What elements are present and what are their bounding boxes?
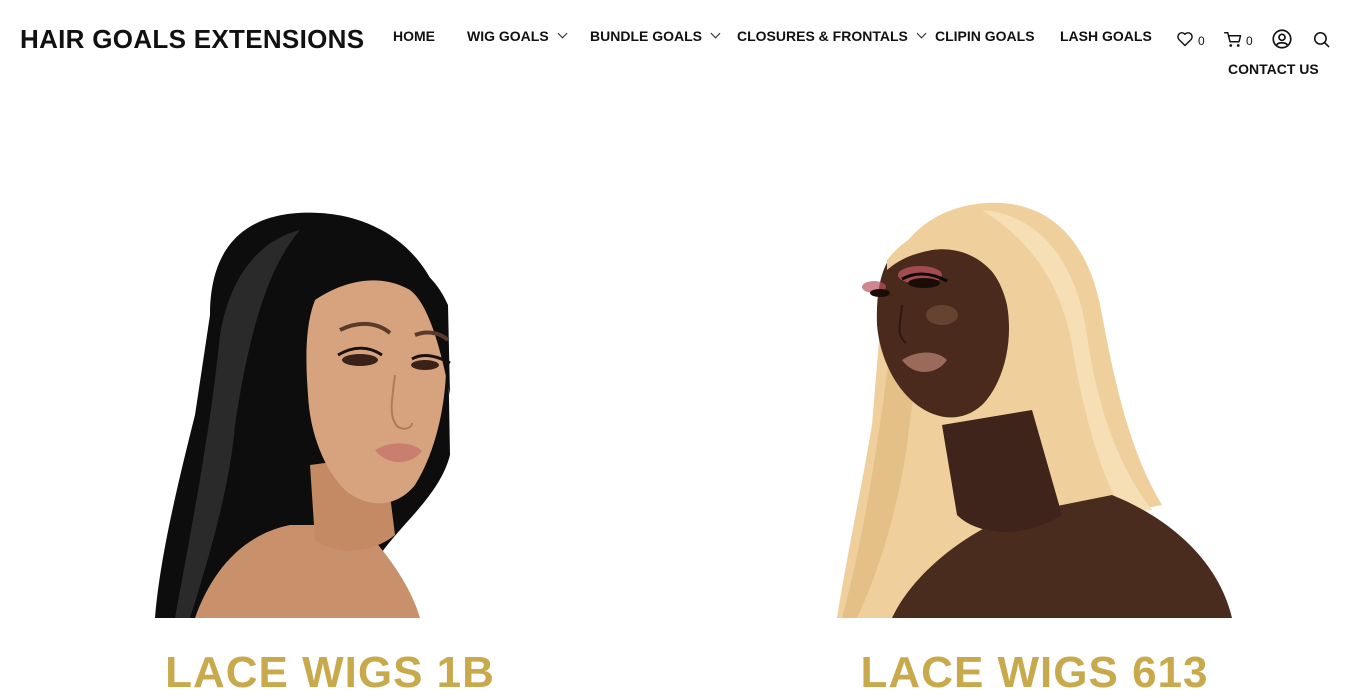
cart-count: 0	[1246, 33, 1253, 48]
nav-bundle-goals-label: BUNDLE GOALS	[590, 28, 702, 44]
nav-lash-goals[interactable]: LASH GOALS	[1060, 28, 1152, 44]
nav-closures-frontals[interactable]: CLOSURES & FRONTALS	[737, 28, 927, 44]
nav-closures-frontals-label: CLOSURES & FRONTALS	[737, 28, 908, 44]
product-image-613[interactable]	[832, 195, 1237, 618]
nav-clipin-goals-label: CLIPIN GOALS	[935, 28, 1035, 44]
chevron-down-icon	[710, 28, 721, 39]
search-button[interactable]	[1313, 28, 1330, 50]
chevron-down-icon	[916, 28, 927, 39]
nav-clipin-goals[interactable]: CLIPIN GOALS	[935, 28, 1035, 44]
nav-wig-goals[interactable]: WIG GOALS	[467, 28, 568, 44]
site-header: HAIR GOALS EXTENSIONS HOME WIG GOALS BUN…	[0, 0, 1349, 95]
chevron-down-icon	[557, 28, 568, 39]
heart-icon	[1177, 32, 1193, 47]
nav-home[interactable]: HOME	[393, 28, 435, 44]
search-icon	[1313, 31, 1330, 47]
product-image-1b[interactable]	[150, 195, 470, 618]
wishlist-count: 0	[1198, 33, 1205, 48]
nav-contact-us[interactable]: CONTACT US	[1228, 61, 1319, 77]
cart-icon	[1224, 31, 1242, 47]
nav-home-label: HOME	[393, 28, 435, 44]
cart-button[interactable]: 0	[1224, 28, 1253, 50]
account-button[interactable]	[1272, 28, 1292, 50]
product-title-613[interactable]: LACE WIGS 613	[832, 648, 1237, 698]
wishlist-button[interactable]: 0	[1176, 28, 1205, 50]
model-blonde-hair-image	[837, 202, 1232, 618]
model-black-hair-image	[155, 212, 451, 618]
nav-wig-goals-label: WIG GOALS	[467, 28, 549, 44]
main-nav: HOME WIG GOALS BUNDLE GOALS CLOSURES & F…	[0, 28, 1349, 48]
user-icon	[1272, 29, 1292, 49]
product-title-1b[interactable]: LACE WIGS 1B	[150, 648, 510, 698]
nav-bundle-goals[interactable]: BUNDLE GOALS	[590, 28, 721, 44]
nav-lash-goals-label: LASH GOALS	[1060, 28, 1152, 44]
